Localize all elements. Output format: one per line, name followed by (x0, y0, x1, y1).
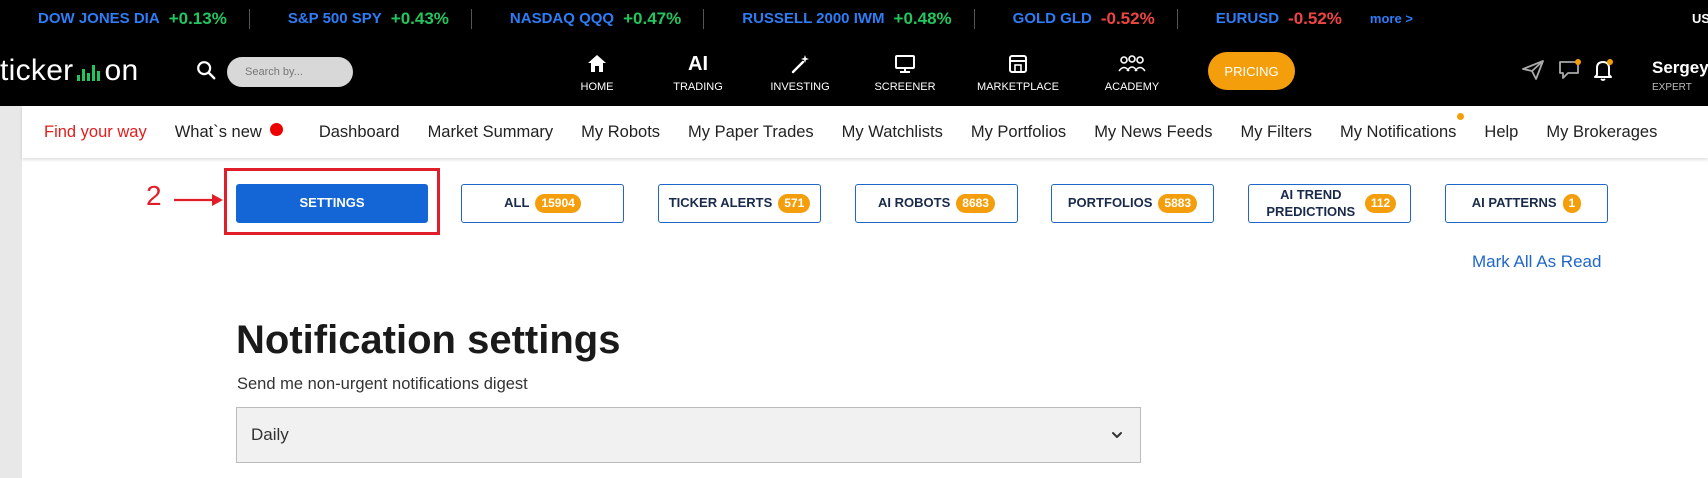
menu-item-my-filters[interactable]: My Filters (1240, 123, 1312, 142)
left-gutter (0, 106, 22, 478)
tab-portfolios[interactable]: PORTFOLIOS 5883 (1051, 184, 1214, 223)
search-icon[interactable] (195, 59, 217, 81)
nav-marketplace[interactable]: MARKETPLACE (973, 51, 1063, 93)
tab-label: ALL (504, 195, 530, 211)
tab-ai-trend-predictions[interactable]: AI TREND PREDICTIONS 112 (1248, 184, 1411, 223)
menu-item-market-summary[interactable]: Market Summary (428, 123, 554, 142)
ticker-cut-text: US (1692, 11, 1708, 26)
tab-ai-patterns[interactable]: AI PATTERNS 1 (1445, 184, 1608, 223)
annotation-step-number: 2 (146, 180, 162, 211)
nav-screener[interactable]: SCREENER (860, 51, 950, 93)
ai-icon: AI (688, 52, 708, 75)
count-badge: 5883 (1158, 193, 1198, 214)
menu-item-find-your-way[interactable]: Find your way (44, 123, 147, 142)
tab-ticker-alerts[interactable]: TICKER ALERTS 571 (658, 184, 821, 223)
logo[interactable]: ticker on (0, 54, 138, 88)
ticker-name: DOW JONES DIA (38, 10, 160, 27)
chevron-down-icon (1112, 432, 1122, 438)
count-badge: 571 (778, 193, 811, 214)
ticker-change: -0.52% (1288, 8, 1342, 28)
annotation-arrow-icon (174, 194, 223, 206)
monitor-icon (860, 51, 950, 77)
tab-label: SETTINGS (299, 195, 365, 211)
nav-label: TRADING (673, 81, 723, 93)
ticker-item-eurusd[interactable]: EURUSD -0.52% more > (1178, 0, 1413, 37)
secondary-menu: Find your way What`s new Dashboard Marke… (22, 106, 1708, 158)
ticker-name: GOLD GLD (1012, 10, 1092, 27)
count-badge: 15904 (535, 193, 581, 214)
tab-settings[interactable]: SETTINGS (236, 184, 428, 223)
user-name[interactable]: Sergey (1652, 58, 1708, 78)
nav-label: SCREENER (874, 81, 936, 93)
pricing-button[interactable]: PRICING (1208, 52, 1295, 90)
new-indicator-icon (269, 122, 283, 136)
tab-all[interactable]: ALL 15904 (461, 184, 624, 223)
group-icon (1087, 51, 1177, 77)
menu-item-my-robots[interactable]: My Robots (581, 123, 660, 142)
ticker-name: S&P 500 SPY (287, 10, 382, 27)
logo-bars-icon (77, 65, 101, 81)
ticker-change: +0.47% (623, 8, 682, 28)
count-badge: 8683 (956, 193, 995, 214)
send-icon[interactable] (1520, 57, 1546, 83)
menu-item-my-news-feeds[interactable]: My News Feeds (1094, 123, 1212, 142)
magic-wand-icon (755, 51, 845, 77)
ticker-item-gld[interactable]: GOLD GLD -0.52% (975, 0, 1177, 37)
menu-item-my-brokerages[interactable]: My Brokerages (1546, 123, 1657, 142)
logo-text-left: ticker (0, 54, 74, 87)
tab-label: AI TREND PREDICTIONS (1266, 186, 1356, 219)
main-header: ticker on HOME AI TRADING INVESTING SCRE… (0, 37, 1708, 106)
digest-frequency-select[interactable]: Daily (236, 407, 1141, 463)
menu-item-label: What`s new (174, 122, 262, 141)
notification-dot-icon (1457, 112, 1465, 120)
ticker-item-dow[interactable]: DOW JONES DIA +0.13% (0, 0, 249, 37)
ticker-name: NASDAQ QQQ (509, 10, 615, 27)
digest-label: Send me non-urgent notifications digest (237, 375, 528, 393)
nav-label: ACADEMY (1104, 81, 1160, 93)
tab-label: AI ROBOTS (878, 195, 951, 211)
menu-item-help[interactable]: Help (1484, 123, 1518, 142)
nav-investing[interactable]: INVESTING (755, 51, 845, 93)
user-role: EXPERT (1652, 82, 1692, 93)
menu-item-my-watchlists[interactable]: My Watchlists (842, 123, 943, 142)
ticker-change: +0.48% (893, 8, 952, 28)
ticker-more-link[interactable]: more > (1370, 11, 1413, 26)
ticker-change: -0.52% (1100, 8, 1155, 28)
ticker-item-iwm[interactable]: RUSSELL 2000 IWM +0.48% (704, 0, 973, 37)
tab-label: AI PATTERNS (1471, 195, 1557, 211)
mark-all-read-link[interactable]: Mark All As Read (1472, 252, 1601, 272)
ticker-bar: DOW JONES DIA +0.13% S&P 500 SPY +0.43% … (0, 0, 1708, 37)
tab-label: TICKER ALERTS (668, 195, 773, 211)
nav-label: HOME (580, 81, 614, 93)
tab-label: PORTFOLIOS (1067, 195, 1153, 211)
bell-icon[interactable] (1590, 57, 1616, 83)
ticker-change: +0.13% (168, 8, 227, 28)
logo-text-right: on (104, 54, 139, 87)
menu-item-label: My Notifications (1339, 122, 1457, 141)
tab-ai-robots[interactable]: AI ROBOTS 8683 (855, 184, 1018, 223)
ticker-item-qqq[interactable]: NASDAQ QQQ +0.47% (472, 0, 703, 37)
select-value: Daily (251, 425, 289, 444)
nav-academy[interactable]: ACADEMY (1087, 51, 1177, 93)
search-input[interactable] (227, 57, 353, 87)
chat-icon[interactable] (1557, 57, 1583, 83)
menu-item-my-notifications[interactable]: My Notifications (1339, 112, 1465, 142)
count-badge: 1 (1562, 193, 1582, 214)
ticker-change: +0.43% (390, 8, 449, 28)
menu-item-my-paper-trades[interactable]: My Paper Trades (688, 123, 814, 142)
count-badge: 112 (1364, 193, 1397, 214)
home-icon (552, 51, 642, 77)
nav-home[interactable]: HOME (552, 51, 642, 93)
ticker-name: EURUSD (1215, 10, 1280, 27)
nav-trading[interactable]: AI TRADING (653, 51, 743, 94)
ticker-name: RUSSELL 2000 IWM (742, 10, 885, 27)
menu-item-my-portfolios[interactable]: My Portfolios (971, 123, 1066, 142)
page-title: Notification settings (236, 318, 621, 362)
nav-label: INVESTING (770, 81, 830, 93)
store-icon (973, 51, 1063, 77)
menu-item-whats-new[interactable]: What`s new (174, 122, 283, 142)
nav-label: MARKETPLACE (977, 81, 1059, 93)
ticker-item-spy[interactable]: S&P 500 SPY +0.43% (250, 0, 471, 37)
menu-item-dashboard[interactable]: Dashboard (319, 123, 400, 142)
